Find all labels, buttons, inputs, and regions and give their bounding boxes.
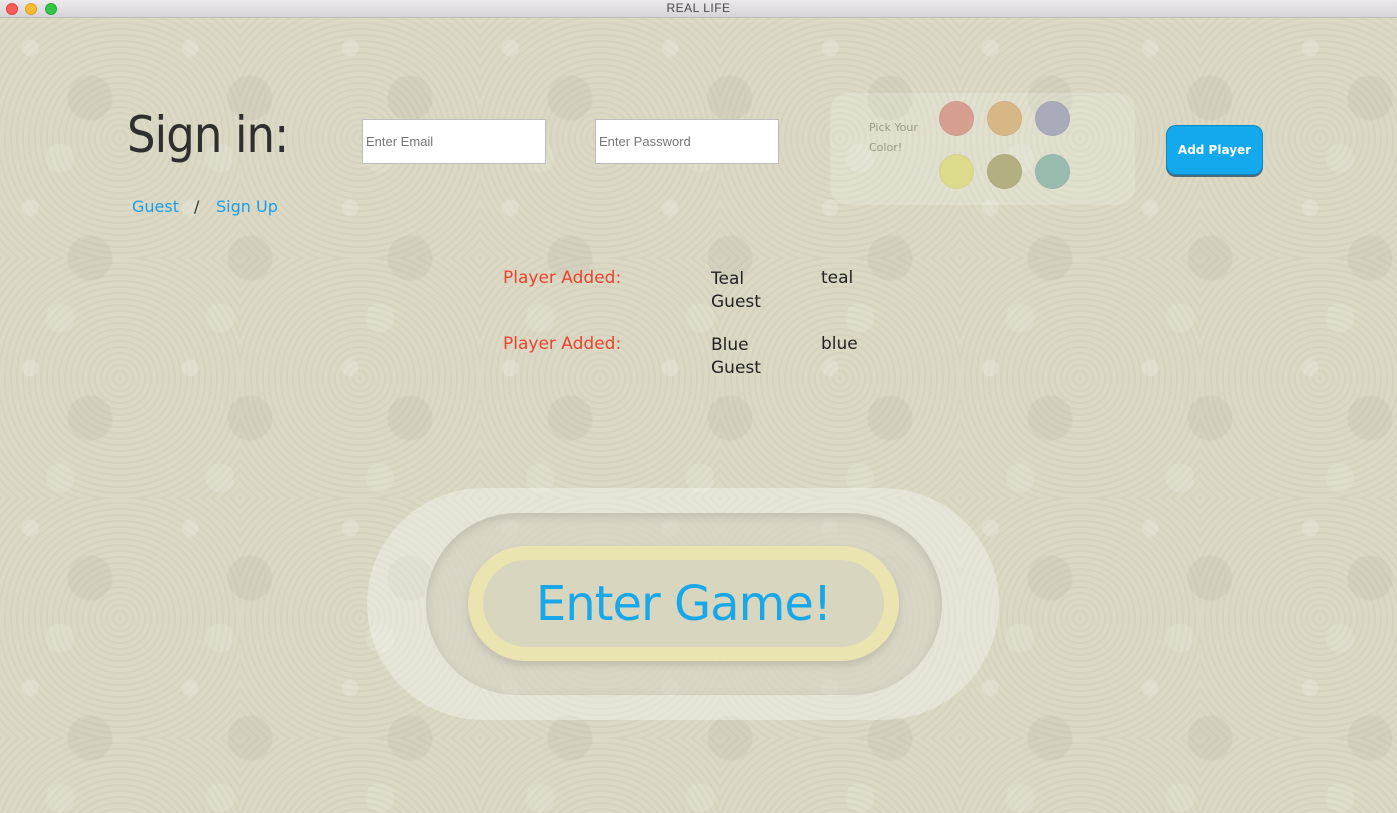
link-separator: /: [194, 197, 200, 216]
color-swatch-teal[interactable]: [1035, 154, 1070, 189]
page-title: Sign in:: [127, 106, 289, 164]
window-title: REAL LIFE: [666, 1, 731, 15]
player-color: teal: [821, 268, 854, 288]
guest-link[interactable]: Guest: [132, 197, 179, 216]
player-row: Player Added: Blue Guest blue: [0, 334, 1397, 394]
window-titlebar: REAL LIFE: [0, 0, 1397, 18]
color-swatch-red[interactable]: [939, 101, 974, 136]
email-field[interactable]: [362, 119, 546, 164]
color-swatch-olive[interactable]: [987, 154, 1022, 189]
add-player-button[interactable]: Add Player: [1166, 125, 1263, 175]
player-added-label: Player Added:: [503, 268, 622, 288]
player-added-label: Player Added:: [503, 334, 622, 354]
color-swatch-blue[interactable]: [1035, 101, 1070, 136]
player-color: blue: [821, 334, 858, 354]
player-name: Teal Guest: [711, 269, 761, 312]
player-name: Blue Guest: [711, 335, 761, 378]
password-field[interactable]: [595, 119, 779, 164]
color-swatch-yellow[interactable]: [939, 154, 974, 189]
sign-up-link[interactable]: Sign Up: [216, 197, 278, 216]
color-swatch-orange[interactable]: [987, 101, 1022, 136]
player-row: Player Added: Teal Guest teal: [0, 268, 1397, 328]
color-picker-label: Pick Your Color!: [869, 121, 918, 154]
enter-game-button[interactable]: [468, 546, 899, 661]
